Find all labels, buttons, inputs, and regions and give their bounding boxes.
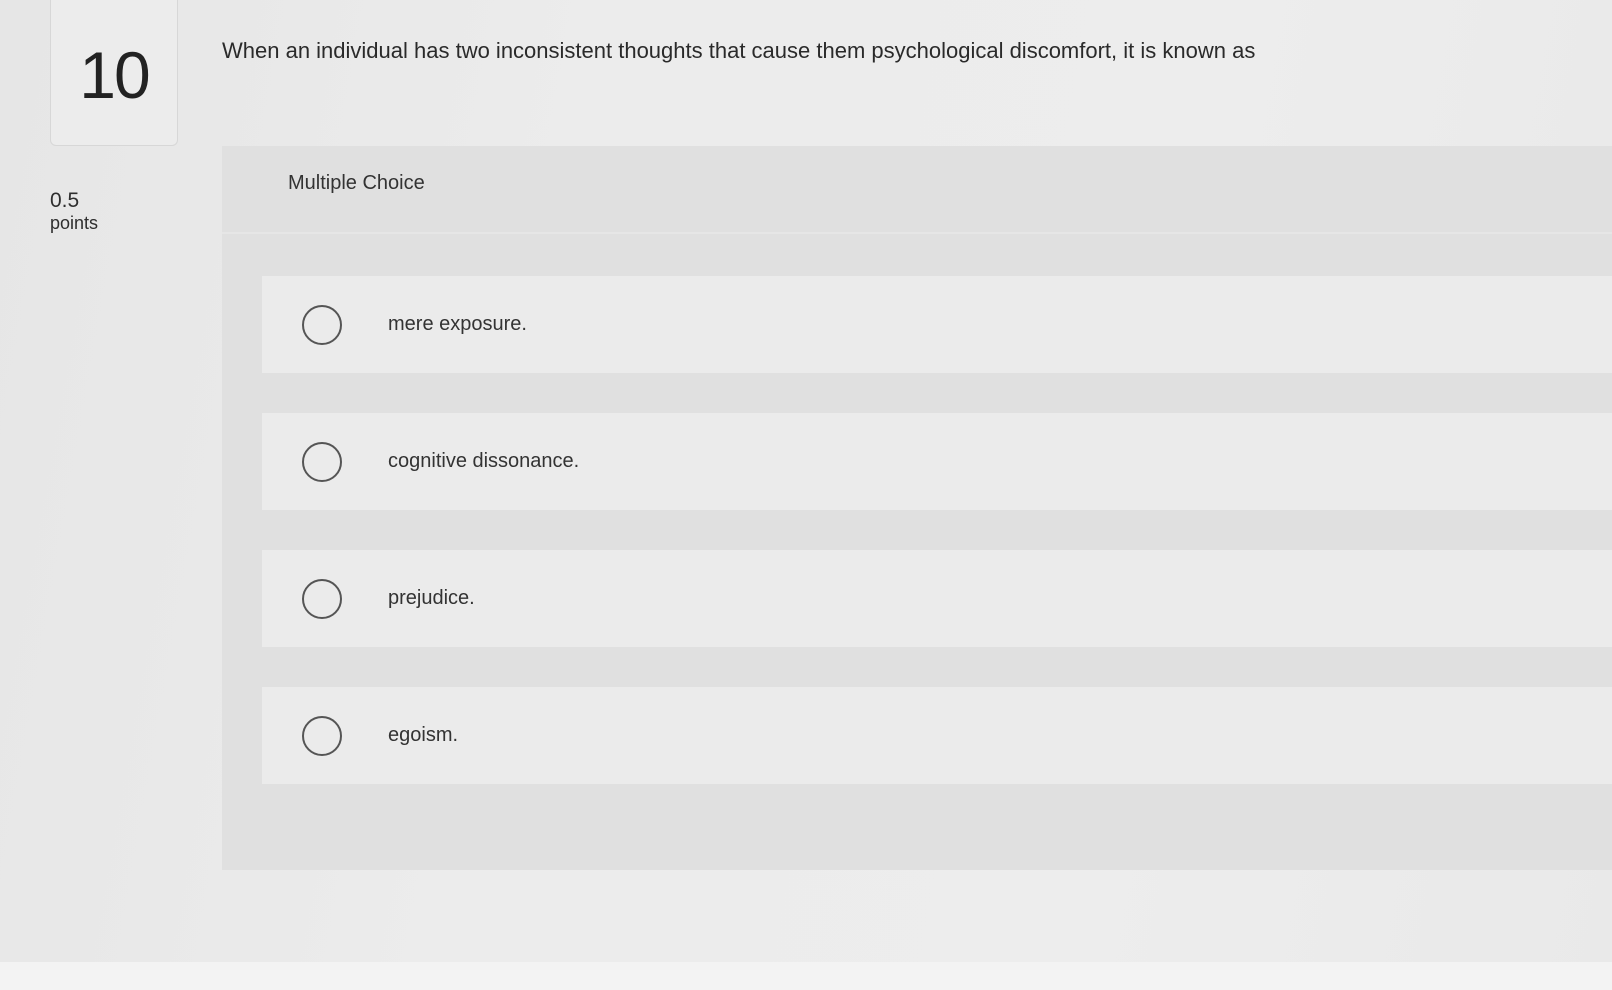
answer-option-2[interactable]: cognitive dissonance. bbox=[262, 413, 1612, 510]
question-number: 10 bbox=[79, 37, 150, 112]
points-label: points bbox=[50, 213, 99, 234]
radio-button[interactable] bbox=[302, 304, 342, 345]
points-value: 0.5 bbox=[50, 189, 80, 212]
option-label: mere exposure. bbox=[388, 313, 527, 335]
option-label: egoism. bbox=[388, 724, 459, 746]
answer-option-1[interactable]: mere exposure. bbox=[262, 276, 1612, 373]
answer-option-4[interactable]: egoism. bbox=[262, 687, 1612, 784]
panel-divider bbox=[222, 232, 1612, 234]
radio-button[interactable] bbox=[302, 578, 342, 619]
radio-button[interactable] bbox=[302, 441, 342, 482]
page-bottom-band bbox=[0, 962, 1612, 990]
question-prompt: When an individual has two inconsistent … bbox=[222, 38, 1256, 63]
points-info: 0.5 points bbox=[50, 188, 98, 235]
option-label: cognitive dissonance. bbox=[388, 450, 580, 472]
option-label: prejudice. bbox=[388, 587, 475, 609]
question-number-box: 10 bbox=[50, 0, 178, 146]
question-type-label: Multiple Choice bbox=[288, 172, 425, 194]
radio-button[interactable] bbox=[302, 715, 342, 756]
answer-option-3[interactable]: prejudice. bbox=[262, 550, 1612, 647]
